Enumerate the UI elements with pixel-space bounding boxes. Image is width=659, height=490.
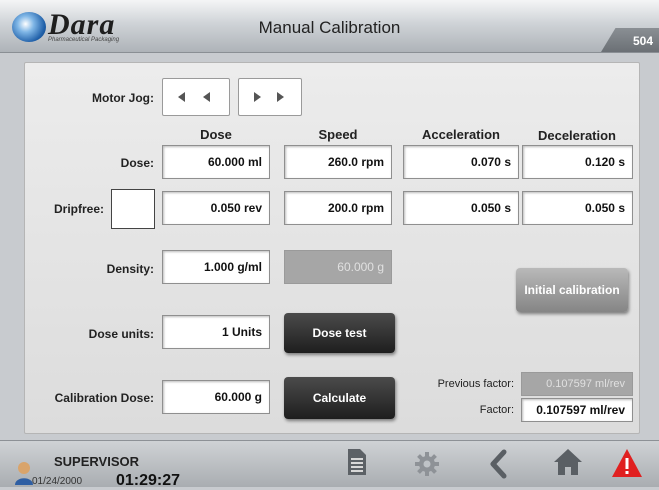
back-arrow-icon[interactable] (488, 449, 508, 479)
home-icon[interactable] (552, 447, 584, 477)
dripfree-deceleration-field[interactable]: 0.050 s (522, 191, 633, 225)
title-bar: Dara Pharmaceutical Packaging Manual Cal… (0, 0, 659, 53)
calibration-dose-field[interactable]: 60.000 g (162, 380, 270, 414)
dose-units-label: Dose units: (88, 327, 154, 341)
dose-speed-field[interactable]: 260.0 rpm (284, 145, 392, 179)
initial-calibration-button[interactable]: Initial calibration (516, 268, 628, 312)
previous-factor-label: Previous factor: (437, 378, 514, 390)
dose-amount-field[interactable]: 60.000 ml (162, 145, 270, 179)
density-field[interactable]: 1.000 g/ml (162, 250, 270, 284)
dripfree-speed-field[interactable]: 200.0 rpm (284, 191, 392, 225)
alarm-warning-icon[interactable] (610, 447, 644, 479)
page-title: Manual Calibration (258, 18, 401, 37)
motor-jog-label: Motor Jog: (92, 91, 154, 105)
dripfree-label: Dripfree: (53, 202, 104, 216)
factor-field: 0.107597 ml/rev (521, 398, 633, 422)
arrow-right-icon (277, 92, 284, 102)
arrow-right-icon (254, 92, 261, 102)
date-display: 01/24/2000 (32, 476, 83, 487)
calibration-dose-label: Calibration Dose: (54, 391, 154, 405)
arrow-left-icon (178, 92, 185, 102)
dripfree-dose-field[interactable]: 0.050 rev (162, 191, 270, 225)
settings-gear-icon[interactable] (414, 451, 440, 477)
status-bar: SUPERVISOR 01/24/2000 01:29:27 (0, 440, 659, 489)
user-role: SUPERVISOR (54, 454, 140, 469)
dripfree-acceleration-field[interactable]: 0.050 s (403, 191, 519, 225)
dose-deceleration-field[interactable]: 0.120 s (522, 145, 633, 179)
jog-reverse-button[interactable] (162, 78, 230, 116)
density-label: Density: (106, 262, 154, 276)
column-header-acceleration: Acceleration (421, 127, 501, 142)
dose-row-label: Dose: (120, 156, 154, 170)
column-header-deceleration: Deceleration (537, 128, 617, 143)
column-header-dose: Dose (200, 127, 232, 142)
time-display: 01:29:27 (116, 472, 181, 489)
user-icon (15, 462, 33, 485)
dose-acceleration-field[interactable]: 0.070 s (403, 145, 519, 179)
arrow-left-icon (203, 92, 210, 102)
document-icon[interactable] (346, 447, 368, 477)
calculate-button[interactable]: Calculate (284, 377, 395, 419)
dripfree-checkbox[interactable] (111, 189, 155, 229)
dose-test-button[interactable]: Dose test (284, 313, 395, 353)
density-result-readonly: 60.000 g (284, 250, 392, 284)
column-header-speed: Speed (318, 127, 358, 142)
previous-factor-readonly: 0.107597 ml/rev (521, 372, 633, 396)
factor-label: Factor: (479, 404, 514, 416)
dose-units-field[interactable]: 1 Units (162, 315, 270, 349)
jog-forward-button[interactable] (238, 78, 302, 116)
